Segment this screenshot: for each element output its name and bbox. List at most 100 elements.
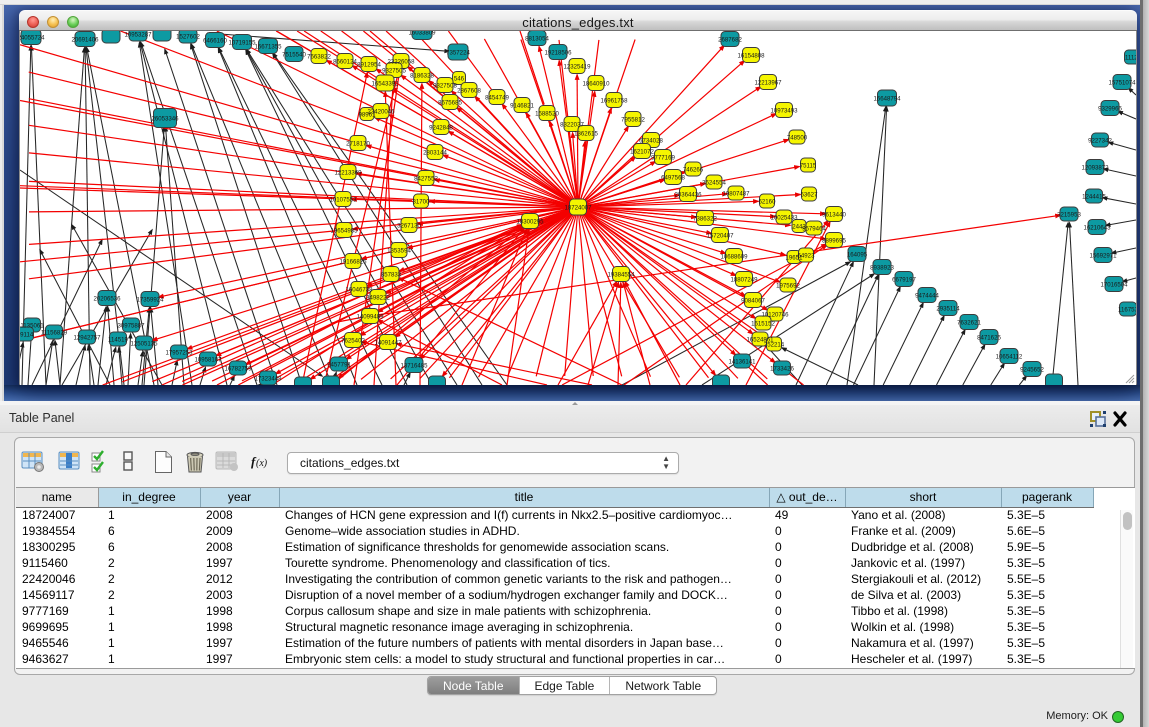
svg-text:10107553: 10107553 (329, 196, 357, 203)
svg-text:3267130: 3267130 (397, 222, 421, 229)
svg-text:16543392: 16543392 (371, 80, 399, 87)
svg-text:75115: 75115 (800, 162, 817, 169)
svg-text:64923: 64923 (798, 252, 816, 259)
svg-text:2935114: 2935114 (936, 305, 960, 312)
svg-text:16782759: 16782759 (224, 365, 252, 372)
svg-text:9329966: 9329966 (1098, 105, 1122, 112)
svg-text:746266: 746266 (683, 166, 704, 173)
svg-text:7632621: 7632621 (957, 319, 981, 326)
svg-text:31700: 31700 (413, 198, 431, 205)
svg-text:17359924: 17359924 (136, 296, 164, 303)
svg-text:7955812: 7955812 (621, 116, 645, 123)
svg-text:23226058: 23226058 (387, 58, 415, 65)
svg-text:10120746: 10120746 (761, 311, 789, 318)
svg-text:1615152: 1615152 (751, 320, 775, 327)
svg-text:1135061: 1135061 (20, 322, 44, 329)
svg-text:8813054: 8813054 (525, 35, 549, 42)
svg-text:7625402: 7625402 (341, 337, 365, 344)
svg-text:20206536: 20206536 (93, 295, 121, 302)
svg-text:9084067: 9084067 (741, 297, 765, 304)
svg-text:10973493: 10973493 (770, 107, 798, 114)
svg-text:9579464: 9579464 (802, 225, 826, 232)
svg-text:18724007: 18724007 (564, 204, 592, 211)
svg-text:12093872: 12093872 (1081, 164, 1109, 171)
svg-text:9777169: 9777169 (651, 154, 675, 161)
svg-text:16210643: 16210643 (1083, 224, 1111, 231)
svg-text:116753: 116753 (1118, 306, 1136, 313)
svg-text:12942757: 12942757 (73, 334, 101, 341)
svg-text:10025433: 10025433 (770, 214, 798, 221)
svg-text:98961: 98961 (359, 111, 377, 118)
svg-text:9457791: 9457791 (327, 361, 351, 368)
svg-text:9327505: 9327505 (382, 67, 406, 74)
svg-text:9242848: 9242848 (429, 124, 453, 131)
svg-text:10719155: 10719155 (228, 39, 256, 46)
svg-text:9474444: 9474444 (915, 292, 939, 299)
svg-text:24055724: 24055724 (20, 34, 45, 41)
svg-text:20364436: 20364436 (674, 191, 702, 198)
svg-text:16046738: 16046738 (345, 286, 373, 293)
svg-text:1527602: 1527602 (176, 33, 200, 40)
svg-text:1353594: 1353594 (387, 247, 411, 254)
svg-text:164095: 164095 (847, 251, 868, 258)
svg-text:16033809: 16033809 (408, 31, 436, 36)
svg-text:3215953: 3215953 (1057, 211, 1081, 218)
svg-text:17957253: 17957253 (165, 349, 193, 356)
svg-text:12213967: 12213967 (754, 79, 782, 86)
svg-text:9245652: 9245652 (1020, 366, 1044, 373)
svg-text:18300295: 18300295 (516, 218, 544, 225)
svg-text:18640910: 18640910 (582, 80, 610, 87)
svg-text:1588520: 1588520 (535, 110, 559, 117)
svg-text:1975692: 1975692 (776, 282, 800, 289)
svg-text:26053346: 26053346 (151, 115, 179, 122)
svg-text:19654985: 19654985 (330, 227, 358, 234)
svg-text:6466160: 6466160 (203, 37, 227, 44)
svg-text:53627: 53627 (801, 191, 819, 198)
svg-text:11121: 11121 (1125, 54, 1136, 61)
svg-text:8660124: 8660124 (333, 58, 357, 65)
svg-text:1733426: 1733426 (770, 365, 794, 372)
svg-text:15751074: 15751074 (1108, 79, 1136, 86)
svg-text:9227342: 9227342 (1088, 137, 1112, 144)
svg-text:30975887: 30975887 (117, 322, 145, 329)
svg-text:114519: 114519 (108, 336, 128, 343)
svg-text:8899695: 8899695 (822, 237, 846, 244)
svg-text:2803144: 2803144 (423, 149, 447, 156)
svg-text:6679197: 6679197 (892, 276, 916, 283)
svg-text:39114: 39114 (20, 331, 34, 338)
svg-text:1362615: 1362615 (574, 130, 598, 137)
svg-text:8938923: 8938923 (870, 264, 894, 271)
svg-text:2687682: 2687682 (718, 36, 742, 43)
svg-text:11156829: 11156829 (41, 329, 68, 336)
svg-text:9146821: 9146821 (510, 102, 534, 109)
svg-text:19384554: 19384554 (607, 271, 635, 278)
svg-text:13716485: 13716485 (400, 362, 428, 369)
svg-text:252214: 252214 (764, 341, 785, 348)
svg-text:8186328: 8186328 (410, 72, 434, 79)
svg-text:17323448: 17323448 (254, 375, 282, 382)
svg-text:6497568: 6497568 (661, 174, 685, 181)
svg-text:546: 546 (454, 75, 465, 82)
svg-text:8675685: 8675685 (438, 99, 462, 106)
svg-text:16961758: 16961758 (600, 97, 628, 104)
svg-text:15692971: 15692971 (1089, 252, 1117, 259)
svg-text:62160: 62160 (759, 198, 777, 205)
svg-text:9613440: 9613440 (822, 211, 846, 218)
svg-text:10958107: 10958107 (194, 356, 222, 363)
svg-text:8427552: 8427552 (414, 175, 438, 182)
svg-text:19166825: 19166825 (339, 258, 367, 265)
svg-text:8471626: 8471626 (977, 334, 1001, 341)
svg-text:12213369: 12213369 (334, 169, 362, 176)
svg-text:(x): (x) (256, 458, 268, 469)
svg-text:2867608: 2867608 (457, 87, 481, 94)
svg-text:17016504: 17016504 (1100, 281, 1128, 288)
svg-text:1244415: 1244415 (1082, 193, 1106, 200)
svg-text:857833: 857833 (381, 271, 402, 278)
svg-text:15720407: 15720407 (706, 232, 734, 239)
svg-text:19218506: 19218506 (544, 49, 572, 56)
svg-text:7357224: 7357224 (446, 49, 470, 56)
svg-text:12505135: 12505135 (130, 340, 158, 347)
svg-text:12325419: 12325419 (563, 63, 591, 70)
svg-text:7515540: 7515540 (282, 51, 306, 58)
svg-text:7386322: 7386322 (693, 215, 717, 222)
